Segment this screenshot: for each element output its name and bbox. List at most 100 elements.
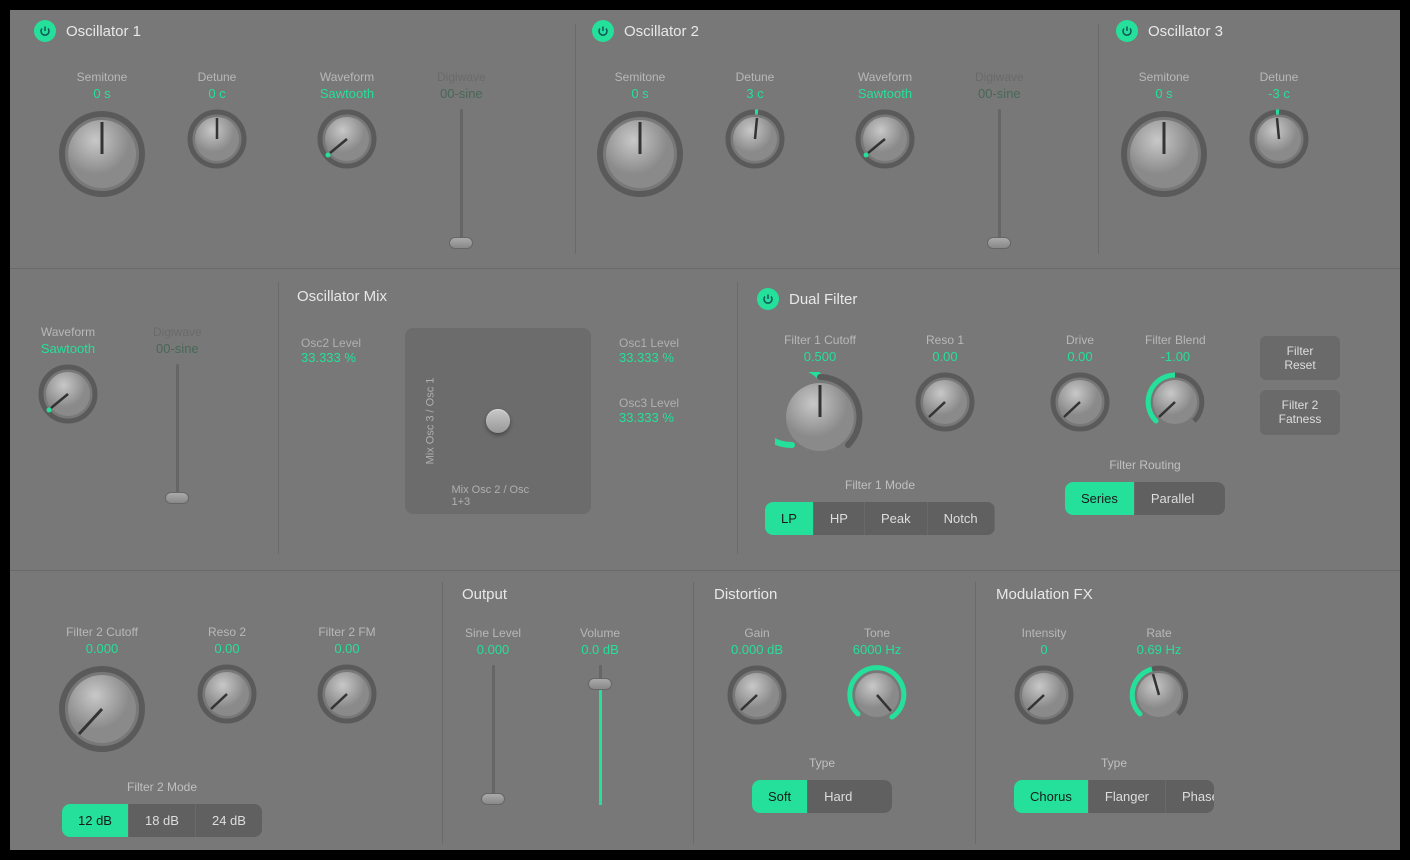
f1-cutoff-knob[interactable]: [775, 372, 865, 462]
dist-type-hard[interactable]: Hard: [808, 780, 868, 813]
divider: [442, 582, 443, 844]
osc1-level-value[interactable]: 33.333 %: [619, 350, 679, 365]
osc1-semitone-knob[interactable]: [57, 109, 147, 199]
dist-gain-value[interactable]: 0.000 dB: [731, 642, 783, 657]
dist-tone-knob[interactable]: [847, 665, 907, 725]
f2-fm-label: Filter 2 FM: [318, 625, 375, 639]
osc1-detune-label: Detune: [198, 70, 237, 84]
modfx-rate-knob[interactable]: [1129, 665, 1189, 725]
f1-mode-hp[interactable]: HP: [814, 502, 865, 535]
filter-reset-button[interactable]: Filter Reset: [1260, 336, 1340, 380]
sine-level-value[interactable]: 0.000: [477, 642, 510, 657]
osc1-waveform-label: Waveform: [320, 70, 374, 84]
osc-mix-xy-pad[interactable]: Mix Osc 3 / Osc 1 Mix Osc 2 / Osc 1+3: [405, 328, 591, 514]
osc1-waveform-value[interactable]: Sawtooth: [320, 86, 374, 101]
modfx-rate-value[interactable]: 0.69 Hz: [1137, 642, 1182, 657]
osc-mix-section: Oscillator Mix Osc2 Level 33.333 % Osc1 …: [285, 278, 725, 311]
volume-slider[interactable]: [585, 665, 615, 805]
dual-filter-title: Dual Filter: [789, 291, 857, 308]
osc3-waveform-value[interactable]: Sawtooth: [41, 341, 95, 356]
osc2-waveform-knob[interactable]: [855, 109, 915, 169]
f1-mode-notch[interactable]: Notch: [928, 502, 995, 535]
modfx-intensity-value[interactable]: 0: [1040, 642, 1047, 657]
osc3-semitone-value[interactable]: 0 s: [1155, 86, 1172, 101]
osc1-section: Oscillator 1 Semitone 0 s Detune 0 c Wav…: [22, 10, 566, 260]
osc1-digiwave-label: Digiwave: [437, 70, 486, 84]
dist-type-soft[interactable]: Soft: [752, 780, 808, 813]
f2-mode-24-db[interactable]: 24 dB: [196, 804, 262, 837]
reso2-knob[interactable]: [197, 664, 257, 724]
osc1-level-label: Osc1 Level: [619, 336, 679, 350]
f2-fm-knob[interactable]: [317, 664, 377, 724]
osc2-section: Oscillator 2 Semitone 0 s Detune 3 c Wav…: [580, 10, 1100, 260]
osc2-title: Oscillator 2: [624, 23, 699, 40]
osc3-power-button[interactable]: [1116, 20, 1138, 42]
osc3-semitone-knob[interactable]: [1119, 109, 1209, 199]
osc2-semitone-value[interactable]: 0 s: [631, 86, 648, 101]
f1-mode-peak[interactable]: Peak: [865, 502, 928, 535]
dual-filter-section: Dual Filter Filter 1 Cutoff 0.500 Reso 1…: [745, 278, 1400, 316]
f2-mode-label: Filter 2 Mode: [62, 780, 262, 794]
osc3-waveform-knob[interactable]: [38, 364, 98, 424]
osc3-level-value[interactable]: 33.333 %: [619, 410, 679, 425]
osc3-detune-knob[interactable]: [1249, 109, 1309, 169]
modfx-type-flanger[interactable]: Flanger: [1089, 780, 1166, 813]
osc2-semitone-knob[interactable]: [595, 109, 685, 199]
osc1-digiwave-value: 00-sine: [440, 86, 483, 101]
osc1-semitone-label: Semitone: [77, 70, 128, 84]
f2-mode-12-db[interactable]: 12 dB: [62, 804, 129, 837]
xy-vertical-label: Mix Osc 3 / Osc 1: [424, 378, 436, 465]
osc2-waveform-label: Waveform: [858, 70, 912, 84]
osc1-detune-knob[interactable]: [187, 109, 247, 169]
osc1-semitone-value[interactable]: 0 s: [93, 86, 110, 101]
sine-level-label: Sine Level: [465, 626, 521, 640]
reso1-knob[interactable]: [915, 372, 975, 432]
osc2-semitone-label: Semitone: [615, 70, 666, 84]
dist-tone-value[interactable]: 6000 Hz: [853, 642, 901, 657]
f2-cutoff-value[interactable]: 0.000: [86, 641, 119, 656]
osc1-power-button[interactable]: [34, 20, 56, 42]
filter-routing-group: SeriesParallel: [1065, 482, 1225, 515]
f2-cutoff-knob[interactable]: [57, 664, 147, 754]
modfx-type-phaser[interactable]: Phaser: [1166, 780, 1214, 813]
sine-level-slider[interactable]: [478, 665, 508, 805]
volume-value[interactable]: 0.0 dB: [581, 642, 619, 657]
xy-bottom-label: Mix Osc 2 / Osc 1+3: [452, 484, 545, 508]
filter2-fatness-button[interactable]: Filter 2 Fatness: [1260, 390, 1340, 435]
dual-filter-power-button[interactable]: [757, 288, 779, 310]
reso2-value[interactable]: 0.00: [214, 641, 239, 656]
osc2-waveform-value[interactable]: Sawtooth: [858, 86, 912, 101]
osc2-detune-knob[interactable]: [725, 109, 785, 169]
osc2-detune-value[interactable]: 3 c: [746, 86, 763, 101]
filter-blend-value[interactable]: -1.00: [1161, 349, 1191, 364]
drive-knob[interactable]: [1050, 372, 1110, 432]
osc3-digiwave-value: 00-sine: [156, 341, 199, 356]
osc-mix-title: Oscillator Mix: [297, 288, 387, 305]
osc3-digiwave-slider: [162, 364, 192, 504]
osc2-power-button[interactable]: [592, 20, 614, 42]
osc1-detune-value[interactable]: 0 c: [208, 86, 225, 101]
reso1-value[interactable]: 0.00: [932, 349, 957, 364]
f1-cutoff-value[interactable]: 0.500: [804, 349, 837, 364]
f1-mode-lp[interactable]: LP: [765, 502, 814, 535]
osc1-waveform-knob[interactable]: [317, 109, 377, 169]
f2-mode-18-db[interactable]: 18 dB: [129, 804, 196, 837]
reso2-label: Reso 2: [208, 625, 246, 639]
osc3-semitone-label: Semitone: [1139, 70, 1190, 84]
osc3-detune-value[interactable]: -3 c: [1268, 86, 1290, 101]
routing-series[interactable]: Series: [1065, 482, 1135, 515]
distortion-title: Distortion: [714, 586, 777, 603]
modfx-title: Modulation FX: [996, 586, 1093, 603]
routing-parallel[interactable]: Parallel: [1135, 482, 1210, 515]
filter-routing-label: Filter Routing: [1065, 458, 1225, 472]
xy-handle[interactable]: [486, 409, 510, 433]
osc2-level-value[interactable]: 33.333 %: [301, 350, 361, 365]
osc1-digiwave-slider: [446, 109, 476, 249]
f2-fm-value[interactable]: 0.00: [334, 641, 359, 656]
dist-gain-knob[interactable]: [727, 665, 787, 725]
distortion-section: Distortion Gain 0.000 dB Tone 6000 Hz Ty…: [702, 576, 962, 609]
filter-blend-knob[interactable]: [1145, 372, 1205, 432]
modfx-intensity-knob[interactable]: [1014, 665, 1074, 725]
modfx-type-chorus[interactable]: Chorus: [1014, 780, 1089, 813]
drive-value[interactable]: 0.00: [1067, 349, 1092, 364]
